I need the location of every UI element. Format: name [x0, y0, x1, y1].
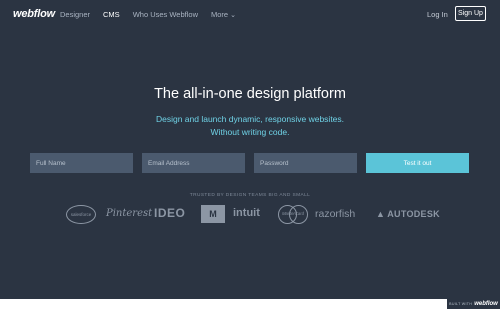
mastercard-circle-right [289, 205, 308, 224]
nav-link-designer[interactable]: Designer [60, 10, 90, 19]
autodesk-wordmark: AUTODESK [387, 209, 440, 219]
footer-strip [0, 299, 500, 309]
hero-subtitle-line2: Without writing code. [210, 127, 290, 137]
hero-title: The all-in-one design platform [154, 86, 346, 102]
mastercard-wordmark: MasterCard [282, 211, 304, 216]
login-link[interactable]: Log In [427, 10, 448, 19]
full-name-input[interactable] [30, 153, 133, 173]
built-with-webflow-badge[interactable]: BUILT WITH webflow [447, 299, 500, 309]
nav-link-more[interactable]: More ⌄ [211, 10, 236, 19]
mastercard-logo: MasterCard [278, 205, 308, 224]
autodesk-logo: ▲ AUTODESK [376, 209, 440, 219]
webflow-logo[interactable]: webflow [13, 8, 55, 20]
nav-link-cms[interactable]: CMS [103, 10, 120, 19]
nav-links: Designer CMS Who Uses Webflow More ⌄ [60, 10, 249, 19]
ideo-logo: IDEO [154, 206, 186, 220]
razorfish-logo: razorfish [315, 208, 356, 220]
password-input[interactable] [254, 153, 357, 173]
autodesk-mark-icon: ▲ [376, 209, 386, 219]
chevron-down-icon: ⌄ [230, 12, 236, 19]
nav-link-who-uses-webflow[interactable]: Who Uses Webflow [133, 10, 198, 19]
email-input[interactable] [142, 153, 245, 173]
badge-brand: webflow [474, 301, 498, 307]
top-nav: webflow Designer CMS Who Uses Webflow Mo… [0, 0, 500, 28]
intuit-logo: intuit [233, 207, 260, 219]
nav-link-more-label: More [211, 10, 229, 19]
test-it-out-button[interactable]: Test it out [366, 153, 469, 173]
hero-subtitle-line1: Design and launch dynamic, responsive we… [155, 114, 345, 124]
salesforce-logo: salesforce [66, 205, 96, 224]
mtv-logo: M [201, 205, 225, 223]
pinterest-logo: Pinterest [106, 208, 153, 219]
mastercard-circle-left [278, 205, 297, 224]
hero-subtitle: Design and launch dynamic, responsive we… [0, 113, 500, 139]
trusted-label: TRUSTED BY DESIGN TEAMS BIG AND SMALL [189, 193, 311, 198]
badge-prefix: BUILT WITH [449, 302, 473, 306]
signup-button[interactable]: Sign Up [455, 6, 486, 21]
